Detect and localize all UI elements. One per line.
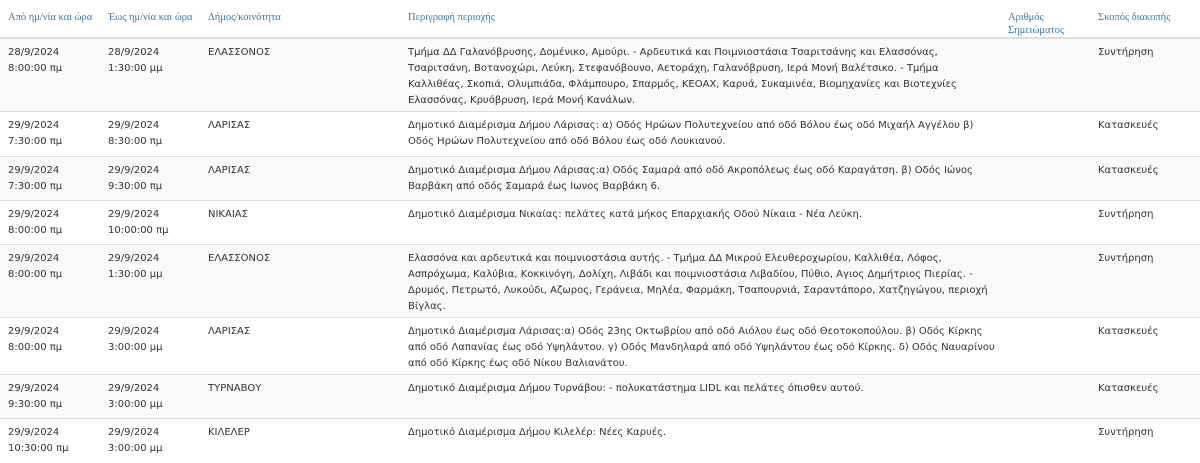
from-cell: 29/9/2024 7:30:00 πμ <box>0 156 100 201</box>
from-time: 8:00:00 πμ <box>8 225 63 236</box>
purpose-cell: Συντήρηση <box>1090 200 1200 245</box>
municipality-cell: ΛΑΡΙΣΑΣ <box>200 111 400 157</box>
from-time: 10:30:00 πμ <box>8 443 69 454</box>
to-cell: 29/9/2024 8:30:00 πμ <box>100 111 200 157</box>
area-cell: Δημοτικό Διαμέρισμα Λάρισας:α) Οδός 23ης… <box>400 317 1000 375</box>
area-cell: Δημοτικό Διαμέρισμα Δήμου Λάρισας:α) Οδό… <box>400 156 1000 201</box>
to-cell: 29/9/2024 1:30:00 μμ <box>100 244 200 318</box>
to-cell: 28/9/2024 1:30:00 μμ <box>100 37 200 112</box>
table-row: 29/9/2024 7:30:00 πμ 29/9/2024 8:30:00 πμ … <box>0 111 1200 157</box>
from-date: 29/9/2024 <box>8 120 60 131</box>
table-row: 29/9/2024 8:00:00 πμ 29/9/2024 10:00:00 πμ… <box>0 200 1200 245</box>
notice-number-cell <box>1000 37 1090 112</box>
to-date: 29/9/2024 <box>108 165 160 176</box>
to-cell: 29/9/2024 3:00:00 μμ <box>100 374 200 419</box>
to-date: 28/9/2024 <box>108 47 160 58</box>
to-date: 29/9/2024 <box>108 253 160 264</box>
area-cell: Δημοτικό Διαμέρισμα Δήμου Λάρισας: α) Οδ… <box>400 111 1000 157</box>
municipality-cell: ΛΑΡΙΣΑΣ <box>200 156 400 201</box>
to-time: 3:00:00 μμ <box>108 342 163 353</box>
to-date: 29/9/2024 <box>108 120 160 131</box>
from-time: 7:30:00 πμ <box>8 136 63 147</box>
from-date: 29/9/2024 <box>8 326 60 337</box>
to-date: 29/9/2024 <box>108 326 160 337</box>
header-notice-number[interactable]: Αριθμός Σημειώματος <box>1000 0 1090 39</box>
to-time: 9:30:00 πμ <box>108 181 163 192</box>
purpose-cell: Συντήρηση <box>1090 418 1200 463</box>
table-row: 29/9/2024 7:30:00 πμ 29/9/2024 9:30:00 πμ … <box>0 156 1200 201</box>
from-time: 8:00:00 πμ <box>8 269 63 280</box>
purpose-cell: Κατασκευές <box>1090 111 1200 157</box>
from-time: 9:30:00 πμ <box>8 399 63 410</box>
area-cell: Ελασσόνα και αρδευτικά και ποιμνιοστάσια… <box>400 244 1000 318</box>
purpose-cell: Συντήρηση <box>1090 37 1200 112</box>
table-header-row: Από ημ/νία και ώρα Έως ημ/νία και ώρα Δή… <box>0 0 1200 39</box>
to-date: 29/9/2024 <box>108 383 160 394</box>
header-municipality[interactable]: Δήμος/κοινότητα <box>200 0 400 39</box>
from-time: 8:00:00 πμ <box>8 63 63 74</box>
notice-number-cell <box>1000 418 1090 463</box>
to-date: 29/9/2024 <box>108 427 160 438</box>
to-cell: 29/9/2024 3:00:00 μμ <box>100 418 200 463</box>
notice-number-cell <box>1000 317 1090 375</box>
from-cell: 29/9/2024 9:30:00 πμ <box>0 374 100 419</box>
table-row: 29/9/2024 9:30:00 πμ 29/9/2024 3:00:00 μμ … <box>0 374 1200 419</box>
from-time: 7:30:00 πμ <box>8 181 63 192</box>
from-date: 29/9/2024 <box>8 209 60 220</box>
from-date: 28/9/2024 <box>8 47 60 58</box>
from-cell: 29/9/2024 8:00:00 πμ <box>0 200 100 245</box>
from-cell: 28/9/2024 8:00:00 πμ <box>0 37 100 112</box>
table-body: 28/9/2024 8:00:00 πμ 28/9/2024 1:30:00 μμ … <box>0 37 1200 463</box>
municipality-cell: ΤΥΡΝΑΒΟΥ <box>200 374 400 419</box>
header-area[interactable]: Περιγραφή περιοχής <box>400 0 1000 39</box>
to-time: 3:00:00 μμ <box>108 399 163 410</box>
to-time: 1:30:00 μμ <box>108 63 163 74</box>
header-purpose[interactable]: Σκοπός διακοπής <box>1090 0 1200 39</box>
purpose-cell: Κατασκευές <box>1090 374 1200 419</box>
from-date: 29/9/2024 <box>8 427 60 438</box>
to-cell: 29/9/2024 10:00:00 πμ <box>100 200 200 245</box>
municipality-cell: ΕΛΑΣΣΟΝΟΣ <box>200 244 400 318</box>
area-cell: Τμήμα ΔΔ Γαλανόβρυσης, Δομένικο, Αμούρι.… <box>400 37 1000 112</box>
from-cell: 29/9/2024 8:00:00 πμ <box>0 317 100 375</box>
from-time: 8:00:00 πμ <box>8 342 63 353</box>
notice-number-cell <box>1000 156 1090 201</box>
area-cell: Δημοτικό Διαμέρισμα Δήμου Τυρνάβου: - πο… <box>400 374 1000 419</box>
table-row: 28/9/2024 8:00:00 πμ 28/9/2024 1:30:00 μμ … <box>0 37 1200 112</box>
from-cell: 29/9/2024 10:30:00 πμ <box>0 418 100 463</box>
to-date: 29/9/2024 <box>108 209 160 220</box>
table-row: 29/9/2024 8:00:00 πμ 29/9/2024 1:30:00 μμ … <box>0 244 1200 318</box>
from-date: 29/9/2024 <box>8 253 60 264</box>
from-date: 29/9/2024 <box>8 165 60 176</box>
municipality-cell: ΛΑΡΙΣΑΣ <box>200 317 400 375</box>
municipality-cell: ΝΙΚΑΙΑΣ <box>200 200 400 245</box>
notice-number-cell <box>1000 200 1090 245</box>
from-date: 29/9/2024 <box>8 383 60 394</box>
to-time: 8:30:00 πμ <box>108 136 163 147</box>
to-time: 10:00:00 πμ <box>108 225 169 236</box>
from-cell: 29/9/2024 8:00:00 πμ <box>0 244 100 318</box>
notice-number-cell <box>1000 111 1090 157</box>
to-cell: 29/9/2024 3:00:00 μμ <box>100 317 200 375</box>
to-time: 1:30:00 μμ <box>108 269 163 280</box>
notice-number-cell <box>1000 374 1090 419</box>
table-row: 29/9/2024 10:30:00 πμ 29/9/2024 3:00:00 μμ… <box>0 418 1200 463</box>
notice-number-cell <box>1000 244 1090 318</box>
purpose-cell: Κατασκευές <box>1090 317 1200 375</box>
area-cell: Δημοτικό Διαμέρισμα Νικαίας: πελάτες κατ… <box>400 200 1000 245</box>
municipality-cell: ΕΛΑΣΣΟΝΟΣ <box>200 37 400 112</box>
from-cell: 29/9/2024 7:30:00 πμ <box>0 111 100 157</box>
purpose-cell: Συντήρηση <box>1090 244 1200 318</box>
area-cell: Δημοτικό Διαμέρισμα Δήμου Κιλελέρ: Νέες … <box>400 418 1000 463</box>
outage-table: Από ημ/νία και ώρα Έως ημ/νία και ώρα Δή… <box>0 0 1200 463</box>
table-row: 29/9/2024 8:00:00 πμ 29/9/2024 3:00:00 μμ … <box>0 317 1200 375</box>
purpose-cell: Κατασκευές <box>1090 156 1200 201</box>
header-to[interactable]: Έως ημ/νία και ώρα <box>100 0 200 39</box>
to-time: 3:00:00 μμ <box>108 443 163 454</box>
header-from[interactable]: Από ημ/νία και ώρα <box>0 0 100 39</box>
to-cell: 29/9/2024 9:30:00 πμ <box>100 156 200 201</box>
municipality-cell: ΚΙΛΕΛΕΡ <box>200 418 400 463</box>
